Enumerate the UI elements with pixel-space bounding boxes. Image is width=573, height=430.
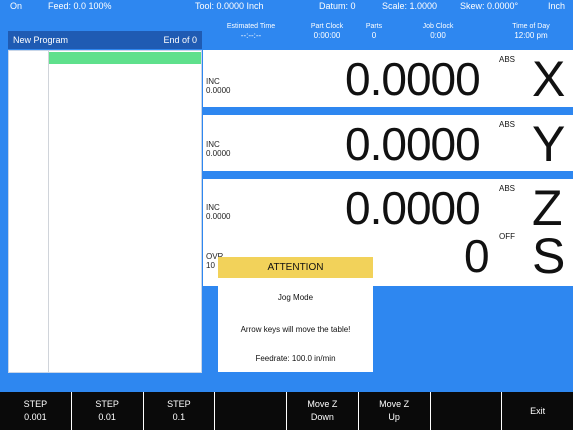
parts-label: Parts — [365, 23, 383, 30]
part-clock-value: 0:00:00 — [313, 31, 341, 40]
softkey-sublabel: 0.01 — [98, 412, 116, 422]
axis-x-value: 0.0000 — [345, 53, 481, 105]
dialog-mode-text: Jog Mode — [277, 293, 314, 302]
step-0-01-button[interactable]: STEP 0.01 — [71, 392, 143, 430]
spindle-letter: S — [532, 228, 566, 284]
skew-status: Skew: 0.0000° — [460, 1, 519, 11]
program-header: New Program End of 0 — [8, 31, 202, 49]
line-number-gutter — [9, 51, 49, 372]
softkey-label: STEP — [95, 399, 119, 409]
step-0-1-button[interactable]: STEP 0.1 — [143, 392, 215, 430]
softkey-sublabel: Down — [310, 412, 334, 422]
estimated-time-label: Estimated Time — [226, 23, 276, 30]
softkey-label: Move Z — [307, 399, 338, 409]
softkey-sublabel: 0.001 — [24, 412, 47, 422]
axis-y-readout[interactable]: INC 0.0000 0.0000 ABS Y — [203, 115, 573, 171]
job-info: Estimated Time --:--:-- Part Clock 0:00:… — [202, 13, 573, 49]
axis-z-mode: ABS — [499, 184, 516, 193]
attention-dialog: ATTENTION Jog Mode Arrow keys will move … — [218, 257, 373, 372]
units-status: Inch — [547, 1, 565, 11]
step-0-001-button[interactable]: STEP 0.001 — [0, 392, 71, 430]
axis-y-inc-label: INC — [206, 140, 220, 149]
softkey-label: STEP — [23, 399, 48, 409]
program-list[interactable] — [8, 50, 202, 373]
time-of-day-label: Time of Day — [512, 23, 550, 30]
program-end-label: End of 0 — [163, 35, 197, 45]
parts-count: Parts 0 — [362, 13, 386, 41]
blank-softkey-7[interactable] — [430, 392, 502, 430]
job-clock-label: Job Clock — [422, 23, 454, 30]
estimated-time: Estimated Time --:--:-- — [212, 13, 290, 41]
job-clock-value: 0:00 — [430, 31, 446, 40]
axis-z-letter: Z — [532, 180, 563, 236]
dialog-title: ATTENTION — [218, 257, 373, 278]
axis-x-readout[interactable]: INC 0.0000 0.0000 ABS X — [203, 50, 573, 107]
axis-x-incremental: INC 0.0000 — [206, 77, 230, 95]
softkey-label: Exit — [530, 405, 546, 416]
axis-y-value: 0.0000 — [345, 118, 481, 170]
axis-z-incremental: INC 0.0000 — [206, 203, 230, 221]
axis-x-inc-label: INC — [206, 77, 220, 86]
axis-y-inc-value: 0.0000 — [206, 149, 231, 158]
part-clock-label: Part Clock — [310, 23, 344, 30]
exit-button[interactable]: Exit — [502, 392, 573, 430]
spindle-mode: OFF — [499, 232, 515, 241]
datum-status: Datum: 0 — [319, 1, 356, 11]
dialog-feedrate: Feedrate: 100.0 in/min — [255, 354, 336, 363]
axis-z-inc-label: INC — [206, 203, 220, 212]
time-of-day-value: 12:00 pm — [514, 31, 548, 40]
axis-y-incremental: INC 0.0000 — [206, 140, 230, 158]
current-line-highlight[interactable] — [49, 52, 201, 64]
softkey-sublabel: Up — [388, 412, 400, 422]
axis-z-inc-value: 0.0000 — [206, 212, 231, 221]
dialog-message: Arrow keys will move the table! — [240, 325, 351, 334]
softkey-label: STEP — [167, 399, 191, 409]
blank-softkey-4[interactable] — [215, 392, 286, 430]
move-z-down-button[interactable]: Move Z Down — [287, 392, 358, 430]
job-clock: Job Clock 0:00 — [402, 13, 474, 41]
estimated-time-value: --:--:-- — [240, 31, 262, 40]
axis-z-readout[interactable]: INC 0.0000 0.0000 ABS Z — [203, 179, 573, 235]
part-clock: Part Clock 0:00:00 — [297, 13, 357, 41]
program-name: New Program — [13, 35, 69, 45]
axis-z-value: 0.0000 — [345, 182, 481, 234]
spindle-value: 0 — [464, 230, 490, 282]
status-bar: On Feed: 0.0 100% Tool: 0.0000 Inch Datu… — [0, 0, 573, 13]
move-z-up-button[interactable]: Move Z Up — [358, 392, 430, 430]
feed-status: Feed: 0.0 100% — [48, 1, 112, 11]
tool-status: Tool: 0.0000 Inch — [195, 1, 264, 11]
axis-x-letter: X — [532, 51, 566, 107]
axis-y-letter: Y — [532, 116, 566, 172]
axis-x-inc-value: 0.0000 — [206, 86, 231, 95]
parts-value: 0 — [371, 31, 377, 40]
softkey-bar: STEP 0.001 STEP 0.01 STEP 0.1 Move Z Dow… — [0, 392, 573, 430]
time-of-day: Time of Day 12:00 pm — [494, 13, 568, 41]
softkey-label: Move Z — [379, 399, 410, 409]
axis-x-mode: ABS — [499, 55, 516, 64]
power-status: On — [10, 1, 23, 11]
axis-y-mode: ABS — [499, 120, 516, 129]
scale-status: Scale: 1.0000 — [382, 1, 438, 11]
softkey-sublabel: 0.1 — [172, 412, 186, 422]
